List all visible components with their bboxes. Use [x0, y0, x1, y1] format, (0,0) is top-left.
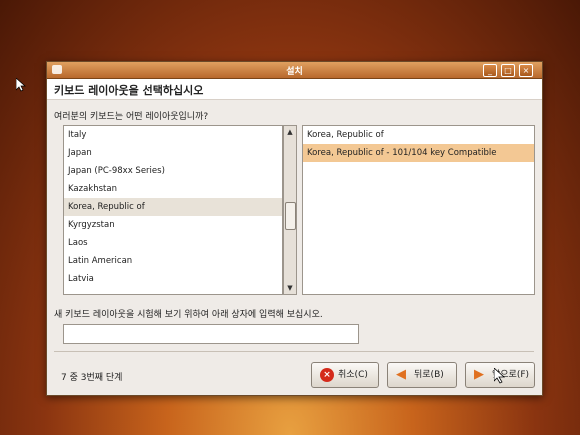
variant-item-selected[interactable]: Korea, Republic of - 101/104 key Compati… [303, 144, 534, 162]
cancel-icon: × [320, 368, 334, 382]
variant-item[interactable]: Korea, Republic of [303, 126, 534, 144]
list-item[interactable]: Kazakhstan [64, 180, 282, 198]
list-item[interactable]: Kyrgyzstan [64, 216, 282, 234]
test-input[interactable] [63, 324, 359, 344]
list-item[interactable]: Italy [64, 126, 282, 144]
cancel-button-label: 취소(C) [338, 370, 368, 380]
title-bar[interactable]: 설치 _ □ × [47, 62, 542, 79]
installer-window: 설치 _ □ × 키보드 레이아웃을 선택하십시오 여러분의 키보드는 어떤 레… [46, 61, 543, 396]
layout-question: 여러분의 키보드는 어떤 레이아웃입니까? [54, 112, 209, 122]
back-button[interactable]: ◀ 뒤로(B) [387, 362, 457, 388]
forward-arrow-icon: ▶ [474, 367, 484, 382]
desktop-pointer [15, 77, 26, 92]
list-item-selected[interactable]: Korea, Republic of [64, 198, 282, 216]
back-arrow-icon: ◀ [396, 367, 406, 382]
list-item[interactable]: Latin American [64, 252, 282, 270]
maximize-button[interactable]: □ [501, 64, 515, 77]
variant-list[interactable]: Korea, Republic of Korea, Republic of - … [302, 125, 535, 295]
close-button[interactable]: × [519, 64, 533, 77]
list-item[interactable]: Latvia [64, 270, 282, 288]
heading-band: 키보드 레이아웃을 선택하십시오 [47, 79, 542, 100]
list-item[interactable]: Japan [64, 144, 282, 162]
test-input-label: 새 키보드 레이아웃을 시험해 보기 위하여 아래 상자에 입력해 보십시오. [54, 310, 323, 320]
divider [54, 351, 534, 352]
minimize-button[interactable]: _ [483, 64, 497, 77]
back-button-label: 뒤로(B) [414, 370, 444, 380]
scroll-down-icon[interactable]: ▼ [284, 282, 296, 294]
mouse-pointer [493, 367, 506, 384]
layout-list[interactable]: Italy Japan Japan (PC-98xx Series) Kazak… [63, 125, 283, 295]
scroll-thumb[interactable] [285, 202, 296, 230]
step-indicator: 7 중 3번째 단계 [61, 373, 123, 383]
window-title: 설치 [286, 67, 303, 77]
layout-scrollbar[interactable]: ▲ ▼ [283, 125, 297, 295]
cancel-button[interactable]: × 취소(C) [311, 362, 379, 388]
scroll-up-icon[interactable]: ▲ [284, 126, 296, 138]
list-item[interactable]: Laos [64, 234, 282, 252]
list-item[interactable]: Japan (PC-98xx Series) [64, 162, 282, 180]
page-title: 키보드 레이아웃을 선택하십시오 [54, 84, 204, 97]
